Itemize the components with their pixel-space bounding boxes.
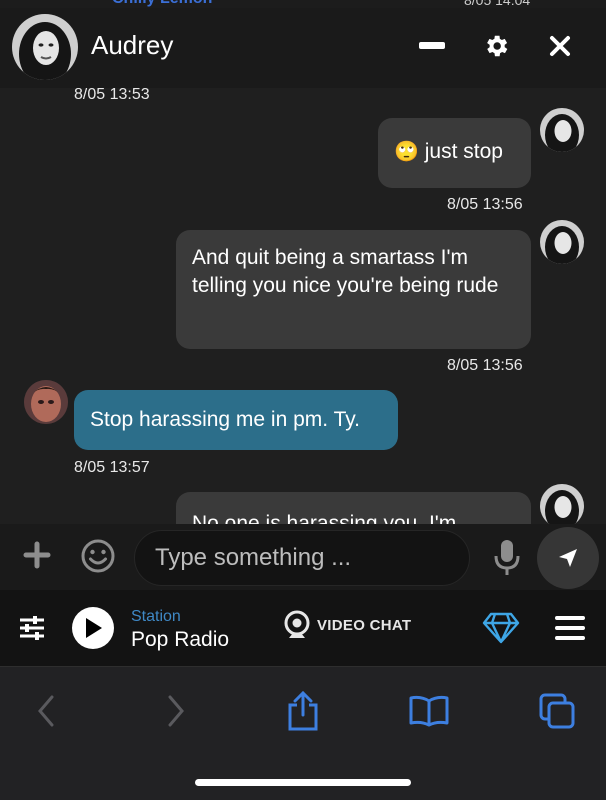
close-icon — [550, 36, 570, 56]
radio-player-bar: Station Pop Radio VIDEO CHAT — [0, 590, 606, 666]
message-text: And quit being a smartass I'm telling yo… — [192, 246, 499, 297]
attach-button[interactable] — [22, 540, 52, 570]
station-label: Station — [131, 608, 181, 625]
eye-roll-emoji: 🙄 — [394, 141, 419, 163]
hamburger-menu-icon — [555, 616, 585, 640]
book-icon — [409, 695, 449, 727]
peek-timestamp: 8/05 14:04 — [464, 0, 531, 8]
outgoing-message-bubble[interactable]: And quit being a smartass I'm telling yo… — [176, 230, 531, 349]
video-chat-button[interactable]: VIDEO CHAT — [283, 610, 411, 640]
settings-button[interactable] — [478, 28, 514, 64]
video-chat-label: VIDEO CHAT — [317, 616, 412, 634]
back-button[interactable] — [26, 691, 66, 731]
microphone-icon — [494, 540, 520, 575]
smiley-icon — [81, 539, 115, 573]
message-timestamp: 8/05 13:56 — [447, 357, 523, 374]
play-button[interactable] — [72, 607, 114, 649]
station-name[interactable]: Pop Radio — [131, 628, 229, 652]
diamond-icon — [482, 612, 520, 644]
play-icon — [86, 618, 102, 638]
emoji-button[interactable] — [80, 538, 116, 574]
tabs-icon — [539, 693, 575, 729]
message-timestamp: 8/05 13:57 — [74, 459, 150, 476]
tabs-button[interactable] — [537, 691, 577, 731]
send-icon — [559, 549, 577, 567]
my-avatar — [540, 220, 584, 264]
chat-title: Audrey — [91, 30, 174, 60]
send-button[interactable] — [537, 527, 599, 589]
previous-message-peek: Chilly Lemon 8/05 14:04 — [0, 0, 606, 8]
premium-button[interactable] — [482, 612, 520, 644]
minimize-icon — [419, 42, 445, 49]
message-timestamp: 8/05 13:53 — [74, 88, 150, 103]
close-button[interactable] — [542, 28, 578, 64]
share-button[interactable] — [283, 691, 323, 731]
gear-icon — [487, 35, 508, 57]
home-indicator[interactable] — [195, 779, 411, 786]
message-input[interactable] — [134, 530, 470, 586]
equalizer-button[interactable] — [18, 614, 46, 642]
chevron-left-icon — [38, 695, 54, 727]
contact-message-avatar[interactable] — [24, 380, 68, 424]
browser-toolbar — [0, 666, 606, 800]
message-text: No one is harassing you. I'm — [192, 512, 457, 524]
equalizer-icon — [20, 616, 44, 640]
main-menu-button[interactable] — [555, 614, 585, 642]
outgoing-message-bubble[interactable]: 🙄 just stop — [378, 118, 531, 188]
voice-button[interactable] — [492, 538, 522, 578]
contact-avatar[interactable] — [12, 14, 78, 80]
chevron-right-icon — [168, 695, 184, 727]
my-avatar — [540, 108, 584, 152]
message-text: just stop — [424, 140, 503, 163]
forward-button[interactable] — [156, 691, 196, 731]
share-icon — [288, 691, 318, 731]
message-text: Stop harassing me in pm. Ty. — [90, 408, 361, 431]
minimize-button[interactable] — [414, 28, 450, 64]
outgoing-message-bubble[interactable]: No one is harassing you. I'm — [176, 492, 531, 524]
plus-icon — [23, 541, 51, 569]
incoming-message-bubble[interactable]: Stop harassing me in pm. Ty. — [74, 390, 398, 450]
my-avatar — [540, 484, 584, 524]
message-timestamp: 8/05 13:56 — [447, 196, 523, 213]
message-list[interactable]: 8/05 13:53 🙄 just stop 8/05 13:56 And qu… — [0, 88, 606, 524]
webcam-icon — [284, 610, 310, 638]
message-composer — [0, 524, 606, 590]
peek-username: Chilly Lemon — [112, 0, 212, 8]
bookmarks-button[interactable] — [409, 691, 449, 731]
chat-header: Audrey — [0, 8, 606, 88]
